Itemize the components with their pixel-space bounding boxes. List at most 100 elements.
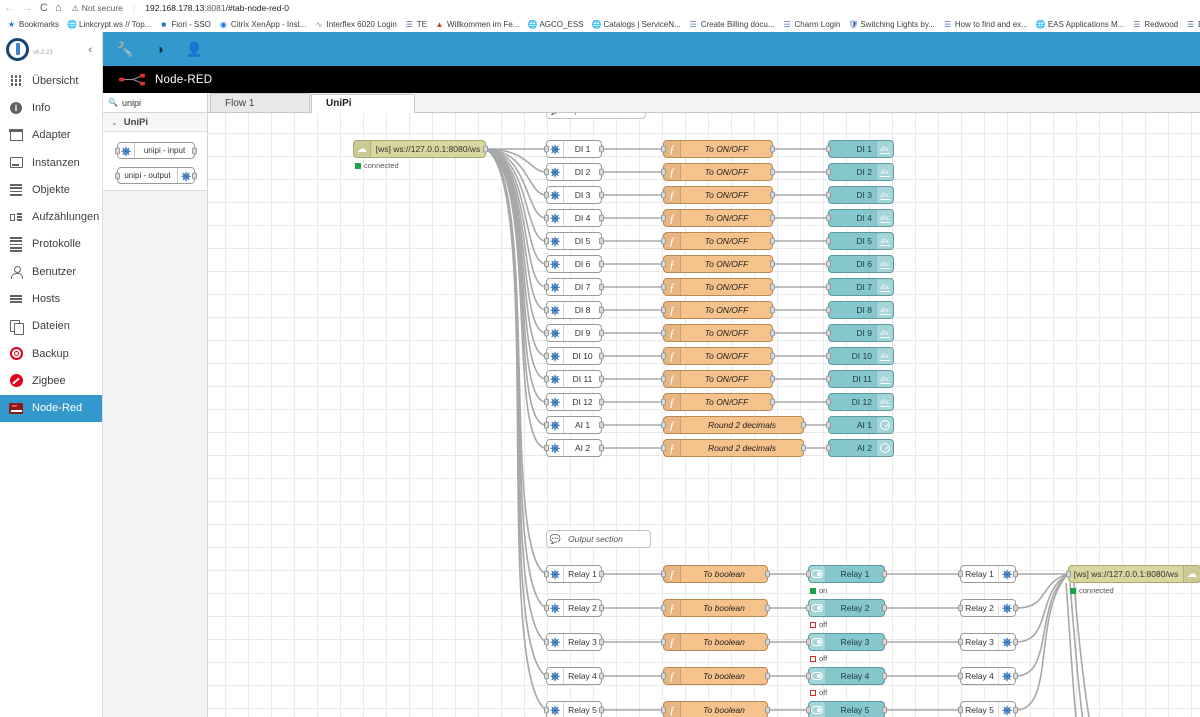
output-port[interactable] xyxy=(599,352,604,360)
output-port[interactable] xyxy=(882,706,887,714)
input-port[interactable] xyxy=(661,398,666,406)
bookmark-item[interactable]: ∿ Interflex 6020 Login xyxy=(311,17,401,31)
unipi-input-node[interactable]: ⎈ DI 6 xyxy=(544,255,604,273)
output-port[interactable] xyxy=(1013,672,1018,680)
home-icon[interactable]: ⌂ xyxy=(55,2,62,14)
user-head-icon[interactable]: 👤 xyxy=(186,41,203,58)
input-port[interactable] xyxy=(958,604,963,612)
output-port[interactable] xyxy=(765,570,770,578)
output-port[interactable] xyxy=(801,421,806,429)
output-port[interactable] xyxy=(765,604,770,612)
sidebar-item-protokolle[interactable]: Protokolle xyxy=(0,231,102,258)
function-node[interactable]: ƒ To ON/OFF xyxy=(661,278,775,296)
unipi-input-node[interactable]: ⎈ Relay 2 xyxy=(544,599,604,617)
output-port[interactable] xyxy=(765,672,770,680)
output-port[interactable] xyxy=(483,145,488,153)
iobroker-out-node[interactable]: DI 9 abc xyxy=(826,324,894,342)
output-port[interactable] xyxy=(599,672,604,680)
unipi-input-node[interactable]: ⎈ DI 11 xyxy=(544,370,604,388)
output-port[interactable] xyxy=(599,168,604,176)
input-port[interactable] xyxy=(544,706,549,714)
output-port[interactable] xyxy=(599,638,604,646)
input-port[interactable] xyxy=(826,444,831,452)
unipi-input-node[interactable]: ⎈ Relay 3 xyxy=(544,633,604,651)
output-port[interactable] xyxy=(882,672,887,680)
tab-flow-1[interactable]: Flow 1 xyxy=(210,93,310,112)
output-port[interactable] xyxy=(770,283,775,291)
bookmark-item[interactable]: ☰Determination of El... xyxy=(1182,17,1200,31)
iobroker-out-node[interactable]: DI 8 abc xyxy=(826,301,894,319)
input-port[interactable] xyxy=(958,672,963,680)
input-port[interactable] xyxy=(1066,570,1071,578)
unipi-output-node[interactable]: Relay 4 ⎈ xyxy=(958,667,1018,685)
unipi-input-node[interactable]: ⎈ DI 8 xyxy=(544,301,604,319)
input-port[interactable] xyxy=(661,145,666,153)
unipi-input-node[interactable]: ⎈ DI 9 xyxy=(544,324,604,342)
unipi-output-node[interactable]: Relay 5 ⎈ xyxy=(958,701,1018,717)
input-port[interactable] xyxy=(826,191,831,199)
websocket-in-node[interactable]: ☁ [ws] ws://127.0.0.1:8080/ws xyxy=(353,140,488,158)
input-port[interactable] xyxy=(544,306,549,314)
input-port[interactable] xyxy=(544,570,549,578)
function-node[interactable]: ƒ To ON/OFF xyxy=(661,232,775,250)
function-node[interactable]: ƒ To ON/OFF xyxy=(661,324,775,342)
sidebar-item-node-red[interactable]: Node-Red xyxy=(0,394,102,422)
unipi-output-node[interactable]: Relay 3 ⎈ xyxy=(958,633,1018,651)
input-port[interactable] xyxy=(544,604,549,612)
iobroker-out-node[interactable]: AI 1 xyxy=(826,416,894,434)
output-port[interactable] xyxy=(599,375,604,383)
output-port[interactable] xyxy=(192,147,197,154)
function-node[interactable]: ƒ To ON/OFF xyxy=(661,301,775,319)
function-node[interactable]: ƒ To ON/OFF xyxy=(661,209,775,227)
function-node[interactable]: ƒ To boolean xyxy=(661,701,770,717)
output-port[interactable] xyxy=(599,260,604,268)
output-port[interactable] xyxy=(882,604,887,612)
input-port[interactable] xyxy=(826,237,831,245)
output-port[interactable] xyxy=(770,260,775,268)
bookmark-item[interactable]: 🌐 Catalogs | ServiceN... xyxy=(587,17,684,31)
input-port[interactable] xyxy=(661,672,666,680)
output-port[interactable] xyxy=(770,214,775,222)
output-port[interactable] xyxy=(1013,706,1018,714)
sidebar-item-objekte[interactable]: Objekte xyxy=(0,176,102,203)
palette-node-unipi-output[interactable]: unipi - output ⎈ xyxy=(115,167,197,184)
output-port[interactable] xyxy=(882,638,887,646)
input-port[interactable] xyxy=(661,638,666,646)
bookmark-item[interactable]: 🌐 Linkcrypt.ws // Top... xyxy=(63,17,155,31)
iobroker-out-node[interactable]: DI 11 abc xyxy=(826,370,894,388)
unipi-input-node[interactable]: ⎈ DI 12 xyxy=(544,393,604,411)
bookmark-item[interactable]: ☰ Redwood xyxy=(1128,17,1182,31)
input-port[interactable] xyxy=(544,191,549,199)
input-port[interactable] xyxy=(826,352,831,360)
output-port[interactable] xyxy=(1013,604,1018,612)
input-port[interactable] xyxy=(661,706,666,714)
unipi-input-node[interactable]: ⎈ DI 3 xyxy=(544,186,604,204)
address-bar[interactable]: 192.168.178.13:8081/#tab-node-red-0 xyxy=(145,3,289,13)
input-port[interactable] xyxy=(661,444,666,452)
contrast-icon[interactable]: ◑ xyxy=(155,41,163,57)
output-port[interactable] xyxy=(599,283,604,291)
input-port[interactable] xyxy=(826,145,831,153)
bookmark-item[interactable]: ☰ How to find and ex... xyxy=(939,17,1032,31)
bookmark-item[interactable]: 🌐 EAS Applications M... xyxy=(1032,17,1128,31)
output-port[interactable] xyxy=(599,191,604,199)
output-port[interactable] xyxy=(599,604,604,612)
bookmark-item[interactable]: ■ Fiori - SSO xyxy=(155,17,215,31)
sidebar-item-info[interactable]: i Info xyxy=(0,94,102,121)
output-port[interactable] xyxy=(770,191,775,199)
output-port[interactable] xyxy=(1013,570,1018,578)
output-port[interactable] xyxy=(770,237,775,245)
output-port[interactable] xyxy=(599,706,604,714)
unipi-input-node[interactable]: ⎈ DI 5 xyxy=(544,232,604,250)
bookmark-item[interactable]: 🛡 Switching Lights by... xyxy=(844,17,939,31)
input-port[interactable] xyxy=(661,375,666,383)
function-node[interactable]: ƒ Round 2 decimals xyxy=(661,416,806,434)
output-port[interactable] xyxy=(599,398,604,406)
input-port[interactable] xyxy=(661,214,666,222)
output-port[interactable] xyxy=(599,329,604,337)
function-node[interactable]: ƒ To boolean xyxy=(661,599,770,617)
function-node[interactable]: ƒ To ON/OFF xyxy=(661,186,775,204)
sidebar-item-backup[interactable]: Backup xyxy=(0,340,102,367)
output-port[interactable] xyxy=(770,375,775,383)
input-port[interactable] xyxy=(661,168,666,176)
